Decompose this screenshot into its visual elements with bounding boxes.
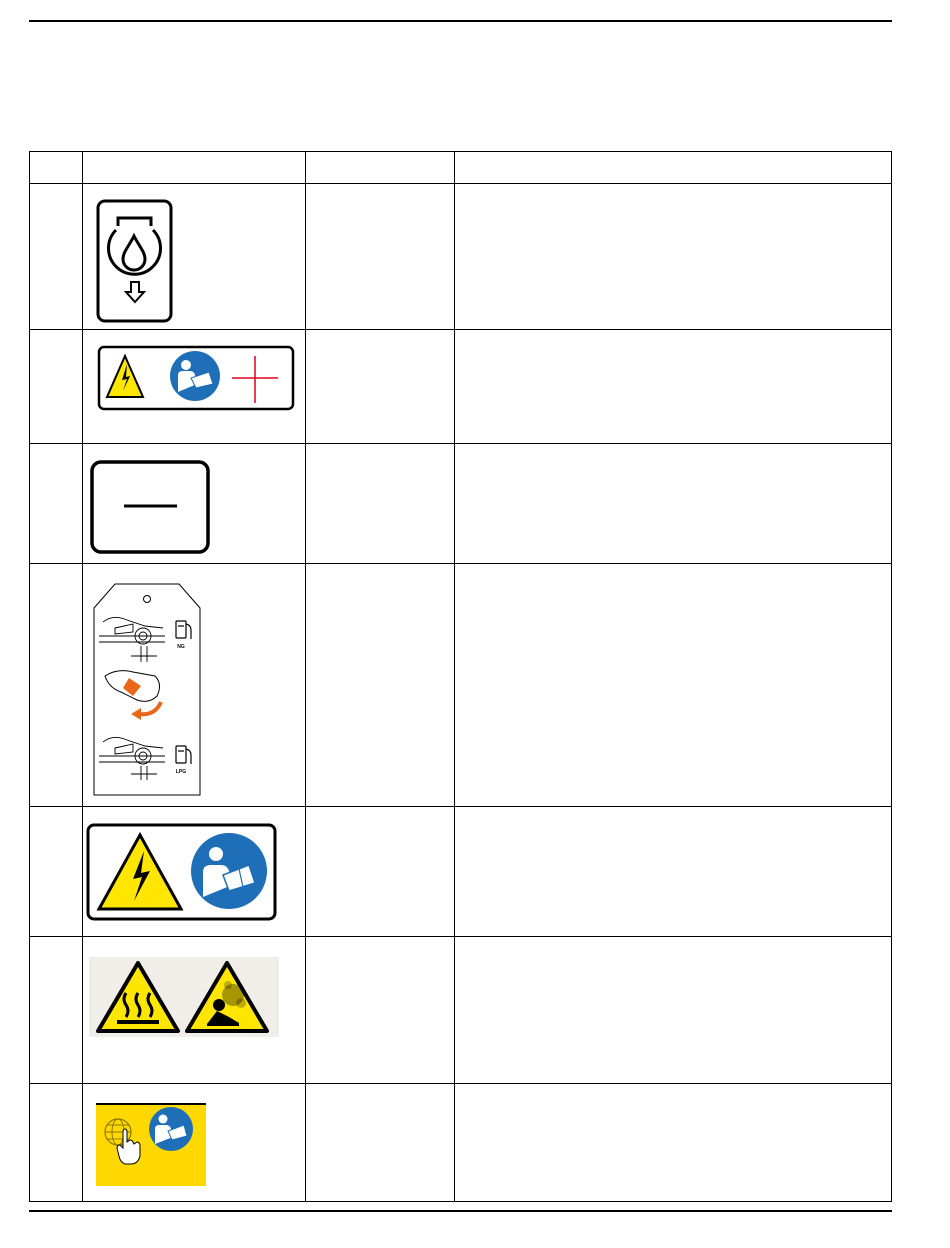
row-image (82, 329, 307, 444)
row-description (454, 1083, 892, 1202)
row-num (28, 936, 84, 1084)
top-rule (29, 20, 892, 22)
header-image (82, 151, 307, 184)
bottom-rule (29, 1210, 892, 1212)
row-num (28, 806, 84, 937)
row-description (454, 563, 892, 807)
table-row: NG LPG (28, 563, 892, 807)
row-description (454, 806, 892, 937)
read-manual-icon (191, 833, 268, 909)
header-num (28, 151, 84, 184)
row-code (305, 563, 456, 807)
row-code (305, 329, 456, 444)
row-image: NG LPG (82, 563, 307, 807)
read-manual-icon (149, 1107, 194, 1151)
oil-drain-icon (96, 199, 173, 323)
row-image (82, 183, 307, 330)
row-code (305, 806, 456, 937)
table-row (28, 936, 892, 1084)
row-description (454, 329, 892, 444)
header-description (454, 151, 892, 184)
row-image (82, 806, 307, 937)
minus-button-label (90, 460, 210, 554)
row-code (305, 443, 456, 564)
row-image (82, 936, 307, 1084)
row-num (28, 563, 84, 807)
row-description (454, 183, 892, 330)
row-image (82, 1083, 307, 1202)
electrical-hazard-read-manual-label (97, 345, 295, 411)
hot-surface-asphyxiation-warning-label (89, 957, 280, 1037)
row-num (28, 443, 84, 564)
row-code (305, 183, 456, 330)
table-row (28, 329, 892, 444)
row-num (28, 329, 84, 444)
table-row (28, 183, 892, 330)
row-num (28, 1083, 84, 1202)
table-row (28, 443, 892, 564)
header-code (305, 151, 456, 184)
online-manual-label (96, 1103, 207, 1186)
row-description (454, 936, 892, 1084)
electrical-hazard-read-manual-label (86, 823, 277, 921)
fuel-conversion-tag: NG LPG (93, 583, 201, 796)
table-header-row (28, 151, 892, 184)
decal-table: NG LPG (28, 151, 892, 1202)
tag-label-top: NG (177, 644, 185, 650)
row-code (305, 1083, 456, 1202)
row-description (454, 443, 892, 564)
row-code (305, 936, 456, 1084)
table-row (28, 806, 892, 937)
tag-label-bottom: LPG (176, 769, 186, 775)
row-num (28, 183, 84, 330)
read-manual-icon (170, 351, 221, 401)
row-image (82, 443, 307, 564)
table-row (28, 1083, 892, 1202)
